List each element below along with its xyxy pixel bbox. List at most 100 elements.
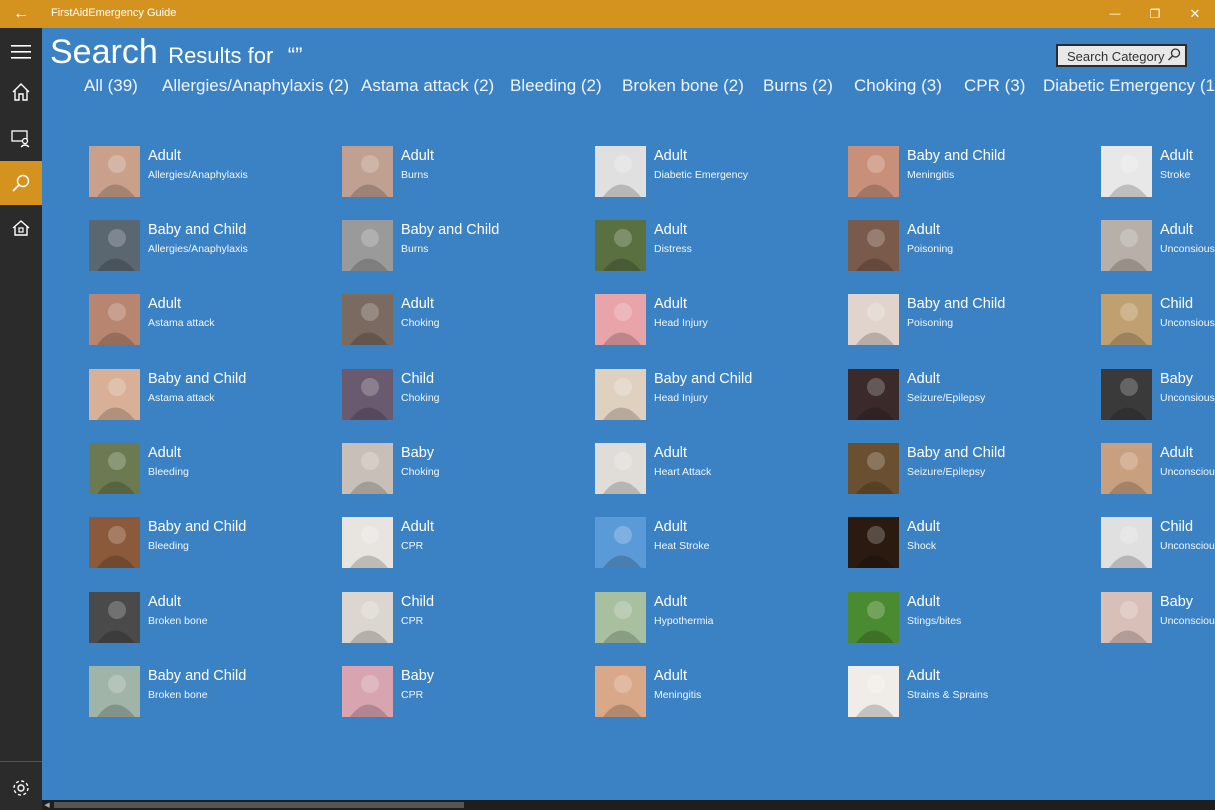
result-thumbnail <box>595 592 646 643</box>
page-title-search: Search <box>50 33 158 71</box>
nav-home-button[interactable] <box>0 70 42 114</box>
category-filter-1[interactable]: Allergies/Anaphylaxis (2) <box>162 76 349 96</box>
scroll-left-icon[interactable]: ◀ <box>42 800 52 810</box>
result-item[interactable]: Child Unconscious <box>1101 517 1215 569</box>
category-filter-5[interactable]: Burns (2) <box>763 76 833 96</box>
result-item[interactable]: Adult Unconscious <box>1101 443 1215 495</box>
result-item[interactable]: Baby and Child Broken bone <box>89 666 329 718</box>
result-category: Stroke <box>1160 169 1191 181</box>
result-item[interactable]: Baby Choking <box>342 443 582 495</box>
search-category-box[interactable] <box>1056 44 1187 67</box>
result-item[interactable]: Child Unconsious <box>1101 294 1215 346</box>
result-thumbnail <box>848 666 899 717</box>
result-category: Seizure/Epilepsy <box>907 392 986 404</box>
result-item[interactable]: Adult Choking <box>342 294 582 346</box>
result-title: Baby and Child <box>148 222 247 238</box>
result-item[interactable]: Baby and Child Meningitis <box>848 146 1088 198</box>
result-category: Choking <box>401 317 440 329</box>
nav-categories-button[interactable] <box>0 116 42 160</box>
result-thumbnail <box>595 294 646 345</box>
result-item[interactable]: Baby and Child Astama attack <box>89 369 329 421</box>
category-filter-0[interactable]: All (39) <box>84 76 138 96</box>
search-category-input[interactable] <box>1058 46 1177 66</box>
page-title-results-for: Results for <box>168 43 274 68</box>
result-thumbnail <box>89 666 140 717</box>
result-item[interactable]: Adult Allergies/Anaphylaxis <box>89 146 329 198</box>
result-item[interactable]: Adult Head Injury <box>595 294 835 346</box>
result-item[interactable]: Adult Distress <box>595 220 835 272</box>
nav-emergency-home-button[interactable] <box>0 206 42 250</box>
result-category: Unconsious <box>1160 243 1215 255</box>
category-filter-8[interactable]: Diabetic Emergency (1) <box>1043 76 1215 96</box>
result-item[interactable]: Adult Stings/bites <box>848 592 1088 644</box>
result-item[interactable]: Adult Broken bone <box>89 592 329 644</box>
result-thumbnail <box>89 369 140 420</box>
result-thumbnail <box>595 666 646 717</box>
result-title: Child <box>1160 519 1194 535</box>
result-title: Adult <box>654 668 688 684</box>
result-thumbnail <box>342 517 393 568</box>
result-category: Meningitis <box>654 689 702 701</box>
category-filter-4[interactable]: Broken bone (2) <box>622 76 744 96</box>
result-title: Adult <box>654 445 688 461</box>
result-item[interactable]: Baby and Child Burns <box>342 220 582 272</box>
search-icon[interactable] <box>1167 47 1181 63</box>
result-title: Baby <box>401 445 435 461</box>
page-title: Search Results for “” <box>50 33 302 72</box>
categories-icon <box>11 130 30 148</box>
result-item[interactable]: Baby and Child Head Injury <box>595 369 835 421</box>
result-thumbnail <box>342 443 393 494</box>
horizontal-scrollbar[interactable]: ◀ <box>42 800 1215 810</box>
result-thumbnail <box>848 443 899 494</box>
result-item[interactable]: Baby and Child Allergies/Anaphylaxis <box>89 220 329 272</box>
result-item[interactable]: Adult Strains & Sprains <box>848 666 1088 718</box>
result-item[interactable]: Baby Unconscious <box>1101 592 1215 644</box>
minimize-button[interactable]: — <box>1095 0 1135 28</box>
result-item[interactable]: Adult Burns <box>342 146 582 198</box>
result-item[interactable]: Baby and Child Poisoning <box>848 294 1088 346</box>
result-category: Choking <box>401 392 440 404</box>
result-category: Heat Stroke <box>654 540 710 552</box>
result-thumbnail <box>848 517 899 568</box>
result-title: Adult <box>401 148 435 164</box>
result-category: Allergies/Anaphylaxis <box>148 243 248 255</box>
result-title: Adult <box>654 296 688 312</box>
result-item[interactable]: Adult CPR <box>342 517 582 569</box>
nav-settings-button[interactable] <box>0 766 42 810</box>
hamburger-button[interactable] <box>0 30 42 74</box>
result-item[interactable]: Adult Unconsious <box>1101 220 1215 272</box>
result-category: Bleeding <box>148 466 189 478</box>
result-item[interactable]: Adult Seizure/Epilepsy <box>848 369 1088 421</box>
result-item[interactable]: Baby and Child Seizure/Epilepsy <box>848 443 1088 495</box>
result-item[interactable]: Child Choking <box>342 369 582 421</box>
nav-search-button[interactable] <box>0 161 42 205</box>
close-button[interactable]: ✕ <box>1175 0 1215 28</box>
result-item[interactable]: Baby CPR <box>342 666 582 718</box>
result-category: Burns <box>401 243 429 255</box>
category-filter-6[interactable]: Choking (3) <box>854 76 942 96</box>
category-filter-2[interactable]: Astama attack (2) <box>361 76 494 96</box>
restore-button[interactable]: ❐ <box>1135 0 1175 28</box>
result-item[interactable]: Adult Astama attack <box>89 294 329 346</box>
result-item[interactable]: Adult Meningitis <box>595 666 835 718</box>
result-item[interactable]: Baby and Child Bleeding <box>89 517 329 569</box>
back-button[interactable]: ← <box>0 0 42 28</box>
result-item[interactable]: Adult Shock <box>848 517 1088 569</box>
category-filter-7[interactable]: CPR (3) <box>964 76 1025 96</box>
result-item[interactable]: Baby Unconsious <box>1101 369 1215 421</box>
category-filter-3[interactable]: Bleeding (2) <box>510 76 602 96</box>
result-thumbnail <box>848 592 899 643</box>
result-item[interactable]: Adult Diabetic Emergency <box>595 146 835 198</box>
result-category: Allergies/Anaphylaxis <box>148 169 248 181</box>
result-item[interactable]: Adult Hypothermia <box>595 592 835 644</box>
result-category: Head Injury <box>654 392 708 404</box>
result-thumbnail <box>1101 517 1152 568</box>
scrollbar-thumb[interactable] <box>54 802 464 808</box>
result-item[interactable]: Adult Stroke <box>1101 146 1215 198</box>
result-item[interactable]: Adult Heart Attack <box>595 443 835 495</box>
result-item[interactable]: Child CPR <box>342 592 582 644</box>
result-item[interactable]: Adult Poisoning <box>848 220 1088 272</box>
result-item[interactable]: Adult Heat Stroke <box>595 517 835 569</box>
result-title: Adult <box>907 519 941 535</box>
result-item[interactable]: Adult Bleeding <box>89 443 329 495</box>
